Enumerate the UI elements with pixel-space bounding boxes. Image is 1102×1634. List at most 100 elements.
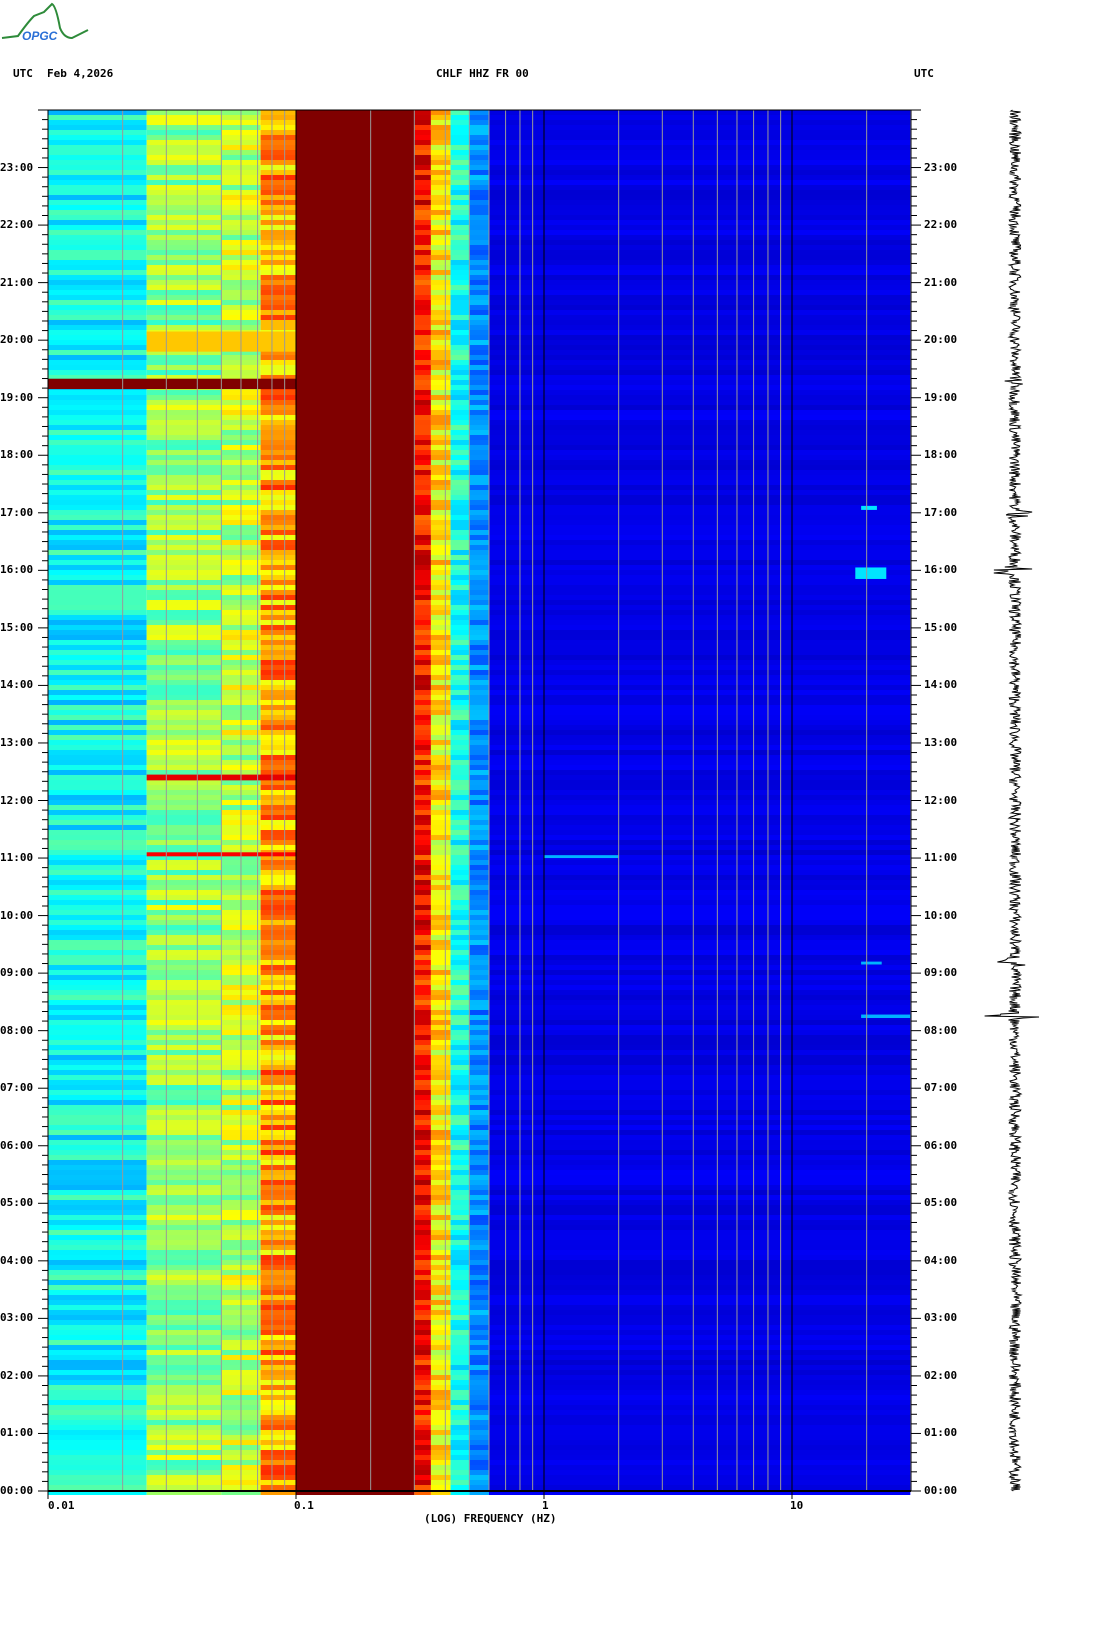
spectrogram-cell: [469, 1280, 489, 1285]
spectrogram-cell: [450, 570, 470, 575]
spectrogram-cell: [488, 510, 911, 515]
spectrogram-cell: [450, 400, 470, 405]
spectrogram-cell: [469, 1135, 489, 1140]
spectrogram-cell: [414, 750, 431, 755]
spectrogram-cell: [414, 655, 431, 660]
spectrogram-cell: [450, 755, 470, 760]
spectrogram-cell: [488, 755, 911, 760]
spectrogram-cell: [48, 1070, 147, 1075]
spectrogram-cell: [146, 1390, 222, 1395]
spectrogram-cell: [414, 1260, 431, 1265]
spectrogram-cell: [48, 620, 147, 625]
spectrogram-cell: [260, 495, 296, 500]
spectrogram-cell: [469, 390, 489, 395]
spectrogram-cell: [260, 705, 296, 710]
spectrogram-cell: [469, 1065, 489, 1070]
spectrogram-cell: [48, 805, 147, 810]
spectrogram-cell: [488, 550, 911, 555]
spectrogram-cell: [146, 1275, 222, 1280]
spectrogram-cell: [146, 1005, 222, 1010]
spectrogram-cell: [48, 480, 147, 485]
spectrogram-cell: [469, 790, 489, 795]
spectrogram-cell: [146, 1110, 222, 1115]
spectrogram-cell: [430, 1095, 451, 1100]
spectrogram-cell: [296, 680, 415, 685]
spectrogram-cell: [146, 790, 222, 795]
spectrogram-cell: [414, 980, 431, 985]
spectrogram-cell: [488, 955, 911, 960]
spectrogram-cell: [260, 1275, 296, 1280]
spectrogram-cell: [469, 420, 489, 425]
spectrogram-cell: [296, 1225, 415, 1230]
spectrogram-cell: [430, 1160, 451, 1165]
spectrogram-cell: [414, 435, 431, 440]
spectrogram-cell: [414, 150, 431, 155]
spectrogram-cell: [260, 1120, 296, 1125]
spectrogram-cell: [146, 1300, 222, 1305]
spectrogram-cell: [146, 695, 222, 700]
spectrogram-cell: [48, 735, 147, 740]
spectrogram-cell: [296, 1345, 415, 1350]
spectrogram-cell: [469, 225, 489, 230]
spectrogram-cell: [146, 235, 222, 240]
spectrogram-cell: [450, 1100, 470, 1105]
spectrogram-cell: [260, 115, 296, 120]
frequency-tick-label: 1: [542, 1499, 549, 1512]
spectrogram-cell: [146, 905, 222, 910]
spectrogram-cell: [469, 645, 489, 650]
spectrogram-cell: [450, 860, 470, 865]
spectrogram-cell: [146, 1380, 222, 1385]
spectrogram-cell: [430, 1340, 451, 1345]
spectrogram-cell: [488, 430, 911, 435]
spectrogram-cell: [430, 275, 451, 280]
spectrogram-cell: [48, 1035, 147, 1040]
spectrogram-cell: [469, 865, 489, 870]
spectrogram-cell: [430, 365, 451, 370]
spectrogram-cell: [146, 1475, 222, 1480]
spectrogram-cell: [469, 1085, 489, 1090]
spectrogram-cell: [260, 800, 296, 805]
spectrogram-cell: [260, 275, 296, 280]
spectrogram-cell: [146, 300, 222, 305]
spectrogram-cell: [414, 580, 431, 585]
spectrogram-cell: [48, 1185, 147, 1190]
spectrogram-cell: [260, 1410, 296, 1415]
spectrogram-cell: [488, 685, 911, 690]
spectrogram-cell: [48, 705, 147, 710]
spectrogram-cell: [48, 1375, 147, 1380]
spectrogram-cell: [450, 345, 470, 350]
spectrogram-cell: [488, 115, 911, 120]
spectrogram-cell: [430, 960, 451, 965]
spectrogram-cell: [260, 825, 296, 830]
spectrogram-cell: [414, 255, 431, 260]
spectrogram-cell: [430, 1175, 451, 1180]
spectrogram-cell: [469, 690, 489, 695]
spectrogram-cell: [48, 1445, 147, 1450]
spectrogram-cell: [260, 285, 296, 290]
spectrogram-cell: [450, 645, 470, 650]
spectrogram-cell: [469, 1365, 489, 1370]
spectrogram-cell: [450, 355, 470, 360]
spectrogram-cell: [48, 1350, 147, 1355]
spectrogram-cell: [469, 585, 489, 590]
spectrogram-cell: [469, 960, 489, 965]
spectrogram-cell: [260, 650, 296, 655]
spectrogram-cell: [414, 245, 431, 250]
spectrogram-cell: [414, 535, 431, 540]
spectrogram-cell: [414, 365, 431, 370]
spectrogram-cell: [488, 580, 911, 585]
spectrogram-cell: [260, 1110, 296, 1115]
spectrogram-cell: [146, 755, 222, 760]
spectrogram-cell: [296, 1465, 415, 1470]
spectrogram-cell: [450, 1165, 470, 1170]
spectrogram-cell: [488, 1275, 911, 1280]
spectrogram-cell: [430, 555, 451, 560]
spectrogram-cell: [48, 1240, 147, 1245]
spectrogram-event: [855, 567, 887, 579]
spectrogram-cell: [260, 555, 296, 560]
spectrogram-cell: [146, 215, 222, 220]
spectrogram-cell: [146, 485, 222, 490]
spectrogram-cell: [260, 155, 296, 160]
spectrogram-cell: [48, 1175, 147, 1180]
spectrogram-cell: [296, 1170, 415, 1175]
